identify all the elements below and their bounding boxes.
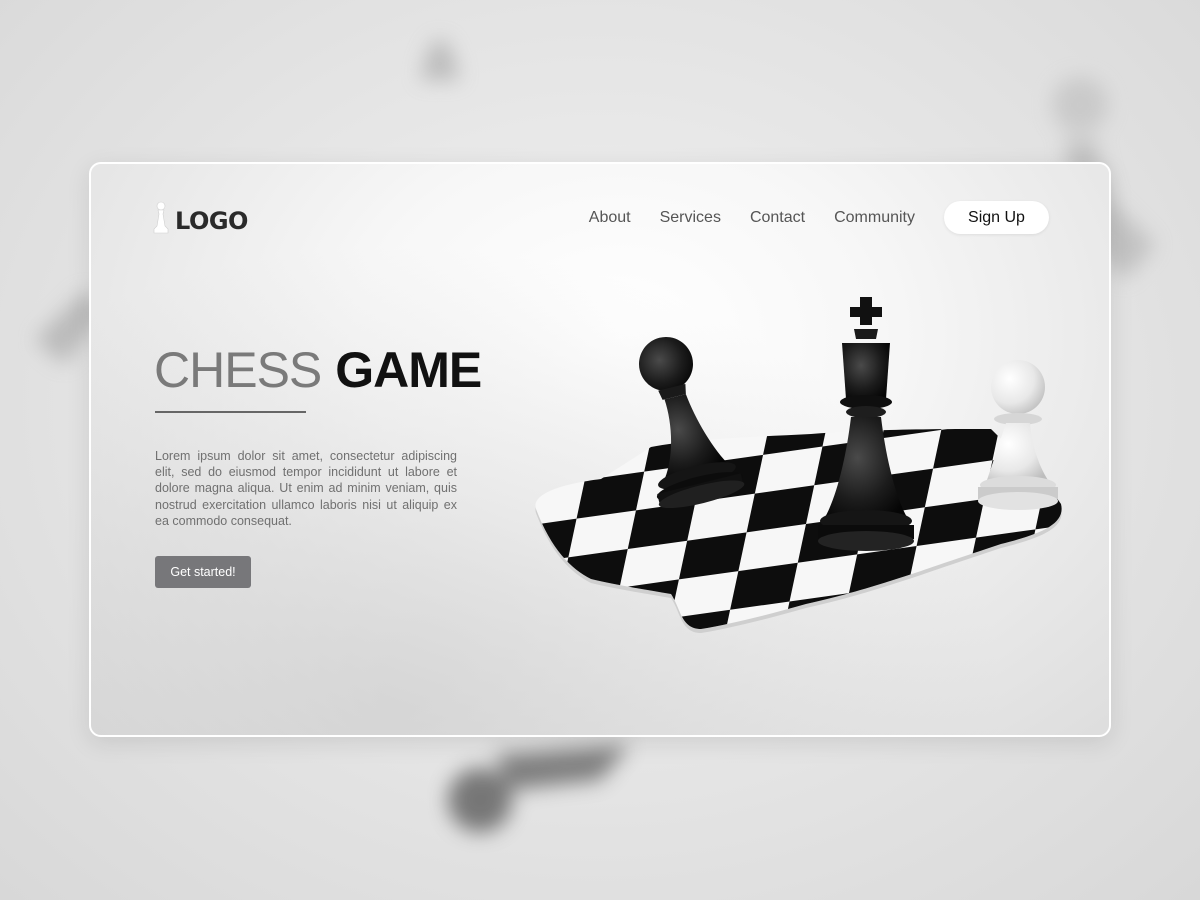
pawn-logo-icon (151, 200, 171, 241)
sign-up-button[interactable]: Sign Up (944, 201, 1049, 234)
get-started-button[interactable]: Get started! (155, 556, 251, 588)
nav-community[interactable]: Community (834, 209, 915, 227)
hero-title: CHESS GAME (154, 342, 482, 400)
logo[interactable]: LOGO (151, 200, 248, 241)
nav-contact[interactable]: Contact (750, 209, 805, 227)
hero-description: Lorem ipsum dolor sit amet, consectetur … (155, 449, 457, 528)
hero-title-bold: GAME (335, 342, 482, 398)
chess-illustration (521, 279, 1081, 644)
landing-card: LOGO About Services Contact Community Si… (89, 162, 1111, 737)
background-pawn-bottom (440, 735, 650, 855)
background-pawn-top (395, 0, 485, 90)
nav-services[interactable]: Services (660, 209, 721, 227)
chess-scene-svg (535, 297, 1062, 633)
hero-title-light: CHESS (154, 342, 322, 398)
hero-divider (155, 411, 306, 413)
black-king-icon (818, 297, 914, 551)
nav-about[interactable]: About (589, 209, 631, 227)
logo-text: LOGO (175, 206, 248, 235)
main-nav: About Services Contact Community Sign Up (589, 201, 1049, 234)
